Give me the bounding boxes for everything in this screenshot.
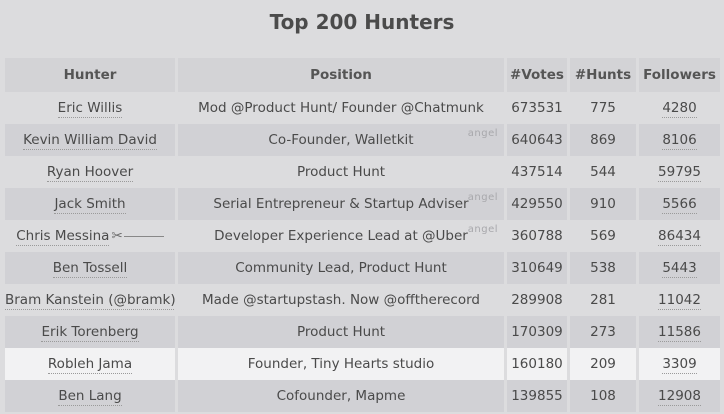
hunter-cell: Eric Willis (5, 92, 175, 124)
followers-link[interactable]: 5443 (662, 260, 697, 278)
column-header-votes[interactable]: #Votes (507, 58, 567, 92)
followers-link[interactable]: 4280 (662, 100, 697, 118)
followers-cell: 5443 (639, 252, 720, 284)
votes-cell: 289908 (507, 284, 567, 316)
hunter-cell: Erik Torenberg (5, 316, 175, 348)
followers-cell: 86434 (639, 220, 720, 252)
followers-cell: 11042 (639, 284, 720, 316)
hunter-name-link[interactable]: Ben Lang (58, 388, 122, 406)
followers-cell: 8106 (639, 124, 720, 156)
votes-cell: 429550 (507, 188, 567, 220)
column-header-position[interactable]: Position (178, 58, 504, 92)
position-cell: Mod @Product Hunt/ Founder @Chatmunk (178, 92, 504, 124)
hunter-cell: Kevin William David (5, 124, 175, 156)
position-cell: Product Hunt (178, 156, 504, 188)
hunter-cell: Ben Tossell (5, 252, 175, 284)
position-cell: Community Lead, Product Hunt (178, 252, 504, 284)
followers-link[interactable]: 59795 (658, 164, 701, 182)
hunter-name-link[interactable]: Bram Kanstein (@bramk) (5, 292, 175, 310)
dashed-line-icon (123, 235, 164, 237)
hunter-cell: Jack Smith (5, 188, 175, 220)
hunts-cell: 910 (570, 188, 636, 220)
hunter-name-link[interactable]: Kevin William David (23, 132, 157, 150)
votes-cell: 139855 (507, 380, 567, 412)
position-cell: Developer Experience Lead at @Uber angel (178, 220, 504, 252)
votes-cell: 673531 (507, 92, 567, 124)
followers-link[interactable]: 86434 (658, 228, 701, 246)
followers-cell: 12908 (639, 380, 720, 412)
hunts-cell: 209 (570, 348, 636, 380)
votes-cell: 160180 (507, 348, 567, 380)
followers-cell: 4280 (639, 92, 720, 124)
column-header-hunts[interactable]: #Hunts (570, 58, 636, 92)
hunter-name-link[interactable]: Chris Messina (16, 228, 110, 246)
page-title: Top 200 Hunters (269, 10, 455, 34)
votes-cell: 640643 (507, 124, 567, 156)
hunter-cell: Bram Kanstein (@bramk) (5, 284, 175, 316)
hunter-name-link[interactable]: Robleh Jama (47, 356, 133, 374)
votes-cell: 437514 (507, 156, 567, 188)
hunts-cell: 273 (570, 316, 636, 348)
column-header-hunter[interactable]: Hunter (5, 58, 175, 92)
votes-cell: 360788 (507, 220, 567, 252)
followers-cell: 11586 (639, 316, 720, 348)
followers-cell: 5566 (639, 188, 720, 220)
followers-link[interactable]: 11042 (658, 292, 701, 310)
hunts-cell: 569 (570, 220, 636, 252)
followers-link[interactable]: 8106 (662, 132, 697, 150)
votes-cell: 310649 (507, 252, 567, 284)
position-cell: Made @startupstash. Now @offtherecord (178, 284, 504, 316)
hunter-cell: Ryan Hoover (5, 156, 175, 188)
hunter-name-link[interactable]: Ryan Hoover (46, 164, 134, 182)
column-header-followers[interactable]: Followers (639, 58, 720, 92)
position-cell: Product Hunt (178, 316, 504, 348)
angel-badge[interactable]: angel (468, 124, 498, 150)
hunter-cell: Robleh Jama (5, 348, 175, 380)
position-cell: Co-Founder, Walletkit angel (178, 124, 504, 156)
followers-link[interactable]: 11586 (658, 324, 701, 342)
position-cell: Cofounder, Mapme (178, 380, 504, 412)
angel-badge[interactable]: angel (468, 220, 498, 246)
followers-link[interactable]: 5566 (662, 196, 697, 214)
followers-link[interactable]: 3309 (662, 356, 697, 374)
scissors-icon: ✂ (111, 228, 123, 244)
hunts-cell: 281 (570, 284, 636, 316)
followers-cell: 59795 (639, 156, 720, 188)
hunter-cell: Ben Lang (5, 380, 175, 412)
hunts-cell: 775 (570, 92, 636, 124)
hunts-cell: 108 (570, 380, 636, 412)
followers-cell: 3309 (639, 348, 720, 380)
hunter-cell: Chris Messina ✂ (5, 220, 175, 252)
hunts-cell: 544 (570, 156, 636, 188)
position-cell: Founder, Tiny Hearts studio (178, 348, 504, 380)
position-cell: Serial Entrepreneur & Startup Adviser ang… (178, 188, 504, 220)
hunter-name-link[interactable]: Erik Torenberg (41, 324, 139, 342)
hunters-table: Hunter Position #Votes #Hunts Followers … (5, 58, 720, 412)
hunts-cell: 869 (570, 124, 636, 156)
followers-link[interactable]: 12908 (658, 388, 701, 406)
hunter-name-link[interactable]: Eric Willis (57, 100, 123, 118)
hunts-cell: 538 (570, 252, 636, 284)
angel-badge[interactable]: angel (468, 188, 498, 214)
hunter-name-link[interactable]: Jack Smith (54, 196, 126, 214)
votes-cell: 170309 (507, 316, 567, 348)
hunter-name-link[interactable]: Ben Tossell (52, 260, 128, 278)
